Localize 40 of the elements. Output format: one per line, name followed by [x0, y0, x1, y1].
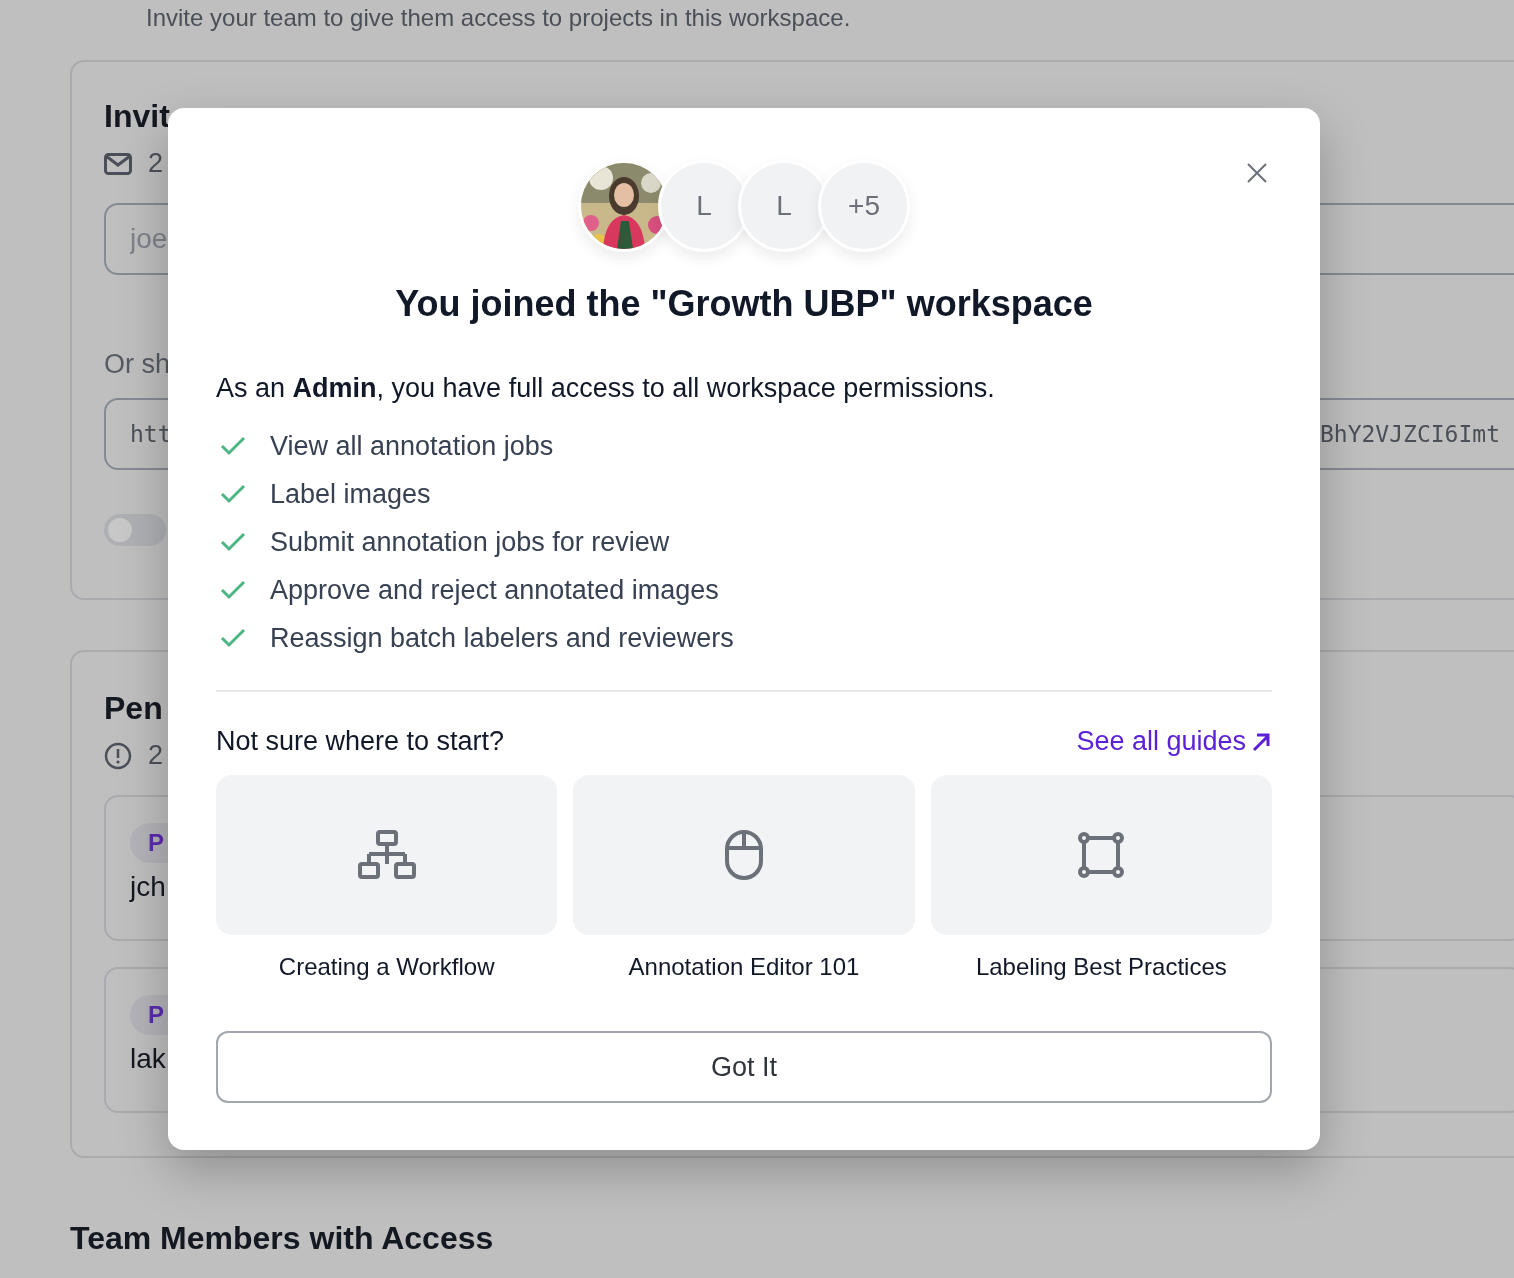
share-label: Or sh — [104, 349, 171, 380]
toggle-switch[interactable] — [104, 514, 166, 546]
frame-icon — [1078, 832, 1125, 878]
role-description: As an Admin, you have full access to all workspace permissions. — [216, 372, 996, 405]
section-heading: Team Members with Access — [70, 1220, 495, 1257]
permission-item: Label images — [270, 478, 431, 510]
mail-icon — [104, 152, 132, 175]
guide-title[interactable]: Creating a Workflow — [216, 953, 558, 981]
invite-email: lak — [130, 1043, 166, 1075]
see-all-guides-link[interactable]: See all guides — [1076, 726, 1272, 757]
dialog-title: You joined the "Growth UBP" workspace — [394, 282, 1094, 326]
email-count: 2 — [148, 148, 164, 179]
permission-item: Submit annotation jobs for review — [270, 526, 670, 558]
card-title: Pen — [104, 689, 164, 728]
pending-count: 2 — [148, 740, 164, 771]
check-icon — [220, 484, 246, 504]
alert-icon — [104, 741, 132, 770]
permission-item: Reassign batch labelers and reviewers — [270, 622, 734, 654]
guide-title[interactable]: Annotation Editor 101 — [573, 953, 915, 981]
page-intro: Invite your team to give them access to projects in this workspace. — [145, 3, 852, 32]
check-icon — [220, 580, 246, 600]
guide-card[interactable] — [573, 775, 915, 935]
permission-item: View all annotation jobs — [270, 430, 554, 462]
check-icon — [220, 436, 246, 456]
permission-item: Approve and reject annotated images — [270, 574, 719, 606]
guide-card[interactable] — [930, 775, 1272, 935]
guide-card[interactable] — [216, 775, 558, 935]
check-icon — [220, 628, 246, 648]
card-title: Invit — [104, 97, 171, 136]
invite-email: jch — [130, 871, 166, 903]
link-end: BhY2VJZCI6Imt — [1320, 421, 1500, 447]
guides-heading: Not sure where to start? — [216, 726, 505, 757]
check-icon — [220, 532, 246, 552]
hierarchy-icon — [356, 830, 417, 880]
link-start: htt — [130, 421, 172, 447]
got-it-button[interactable]: Got It — [216, 1031, 1272, 1103]
guide-title[interactable]: Labeling Best Practices — [930, 953, 1272, 981]
close-icon[interactable] — [1246, 162, 1268, 184]
mouse-icon — [725, 830, 763, 880]
avatar: +5 — [818, 160, 910, 252]
